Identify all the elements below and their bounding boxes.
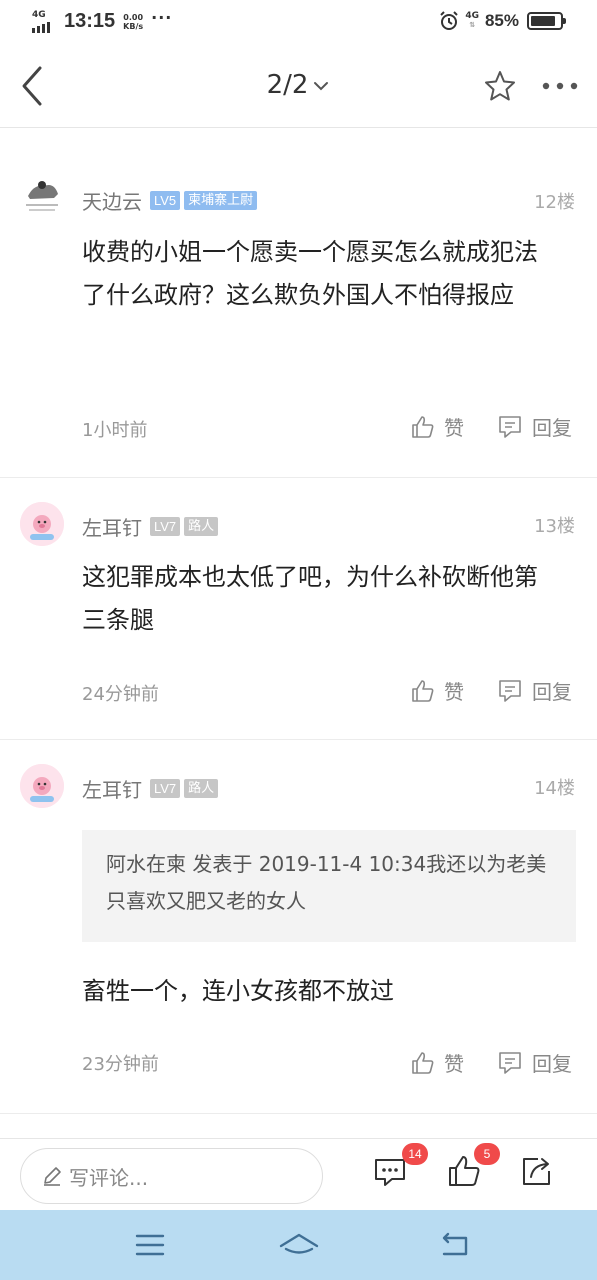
reply-button[interactable]: 回复	[496, 676, 572, 705]
reply-label: 回复	[532, 680, 572, 704]
thumbs-up-icon	[412, 415, 434, 438]
thumbs-up-icon	[412, 1051, 434, 1074]
status-more-dots: ···	[151, 8, 173, 27]
speed-value: 0.00	[123, 12, 144, 22]
input-placeholder: 写评论...	[69, 1165, 149, 1190]
level-badge: LV7	[150, 779, 181, 798]
title-badge: 柬埔寨上尉	[184, 191, 258, 210]
more-options-icon[interactable]	[540, 74, 580, 98]
username[interactable]: 左耳钉	[82, 512, 142, 541]
home-icon[interactable]	[278, 1230, 320, 1260]
title-badge: 路人	[184, 517, 219, 536]
avatar[interactable]	[20, 174, 64, 218]
comment-author[interactable]: 左耳钉 LV7 路人	[82, 512, 219, 541]
page-indicator-label: 2/2	[266, 70, 309, 100]
write-comment-input[interactable]: 写评论...	[20, 1148, 323, 1204]
like-count-badge: 5	[474, 1143, 500, 1165]
comment-bubble-icon	[499, 679, 521, 702]
level-badge: LV5	[150, 191, 181, 210]
quoted-reply: 阿水在柬 发表于 2019-11-4 10:34我还以为老美只喜欢又肥又老的女人	[82, 830, 576, 942]
avatar[interactable]	[20, 502, 64, 546]
floor-number: 14楼	[534, 778, 575, 799]
comment-bubble-icon	[499, 1051, 521, 1074]
battery-fill	[531, 16, 555, 26]
comment-author[interactable]: 天边云 LV5 柬埔寨上尉	[82, 186, 258, 215]
status-time: 13:15	[64, 10, 116, 32]
comment-text: 收费的小姐一个愿卖一个愿买怎么就成犯法了什么政府？这么欺负外国人不怕得报应	[82, 238, 538, 309]
comment-time: 1小时前	[82, 420, 148, 441]
like-label: 赞	[444, 1052, 464, 1076]
speed-unit: KB/s	[123, 21, 144, 31]
comment-time: 24分钟前	[82, 684, 159, 705]
like-label: 赞	[444, 416, 464, 440]
comment-author[interactable]: 左耳钉 LV7 路人	[82, 774, 219, 803]
like-button[interactable]: 赞	[410, 676, 464, 705]
network-type: 4G	[32, 9, 46, 20]
top-nav-bar: 2/2	[0, 48, 597, 128]
title-badge: 路人	[184, 779, 219, 798]
pencil-icon	[44, 1167, 61, 1186]
comment-floor-12: 天边云 LV5 柬埔寨上尉 12楼 收费的小姐一个愿卖一个愿买怎么就成犯法了什么…	[0, 128, 597, 478]
alarm-icon	[440, 11, 459, 30]
signal-icon: 4G	[32, 9, 58, 33]
like-button[interactable]: 赞	[410, 412, 464, 441]
username[interactable]: 左耳钉	[82, 774, 142, 803]
comments-count-button[interactable]: 14	[372, 1143, 428, 1193]
network-type-right: 4G ⇅	[465, 11, 479, 30]
avatar[interactable]	[20, 764, 64, 808]
system-navigation-bar	[0, 1210, 597, 1280]
like-post-button[interactable]: 5	[446, 1143, 500, 1193]
comment-floor-13: 左耳钉 LV7 路人 13楼 这犯罪成本也太低了吧，为什么补砍断他第三条腿 24…	[0, 478, 597, 740]
avatar-image	[20, 764, 64, 808]
back-icon[interactable]	[438, 1230, 472, 1260]
battery-icon	[527, 12, 566, 30]
reply-button[interactable]: 回复	[496, 412, 572, 441]
username[interactable]: 天边云	[82, 186, 142, 215]
level-badge: LV7	[150, 517, 181, 536]
comment-text: 这犯罪成本也太低了吧，为什么补砍断他第三条腿	[82, 563, 538, 634]
comment-text: 畜牲一个，连小女孩都不放过	[82, 977, 394, 1005]
thumbs-up-icon	[412, 679, 434, 702]
like-button[interactable]: 赞	[410, 1048, 464, 1077]
menu-icon[interactable]	[134, 1230, 166, 1260]
reply-button[interactable]: 回复	[496, 1048, 572, 1077]
comment-floor-14: 左耳钉 LV7 路人 14楼 阿水在柬 发表于 2019-11-4 10:34我…	[0, 740, 597, 1114]
network-right-label: 4G	[465, 11, 479, 21]
share-button[interactable]	[518, 1153, 558, 1193]
floor-number: 12楼	[534, 192, 575, 213]
favorite-star-icon[interactable]	[482, 68, 518, 104]
share-icon	[523, 1158, 550, 1185]
floor-number: 13楼	[534, 516, 575, 537]
avatar-image	[20, 502, 64, 546]
comment-bubble-icon	[499, 415, 521, 438]
chevron-down-icon	[314, 81, 329, 90]
comment-count-badge: 14	[402, 1143, 428, 1165]
battery-percent: 85%	[484, 11, 519, 30]
comment-composer-bar: 写评论... 14 5	[0, 1138, 597, 1210]
avatar-image	[20, 174, 64, 218]
reply-label: 回复	[532, 1052, 572, 1076]
reply-label: 回复	[532, 416, 572, 440]
comment-time: 23分钟前	[82, 1054, 159, 1075]
network-speed: 0.00 KB/s	[123, 13, 143, 31]
status-bar: 4G 13:15 0.00 KB/s ··· 4G ⇅ 85%	[0, 0, 597, 48]
like-label: 赞	[444, 680, 464, 704]
